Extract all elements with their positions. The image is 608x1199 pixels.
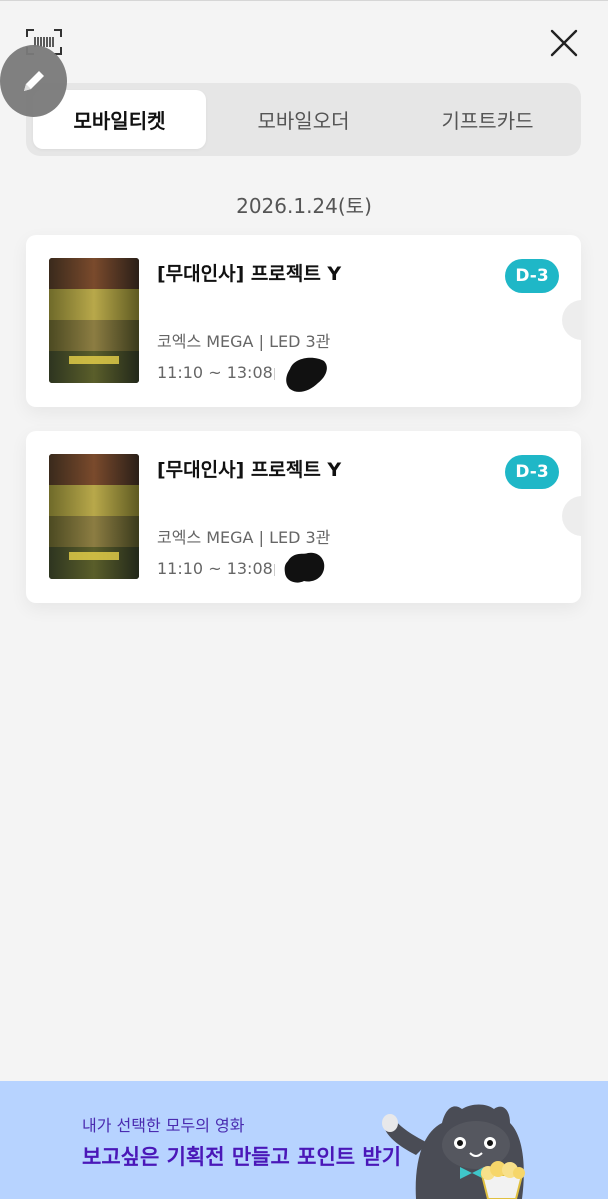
- movie-poster: [49, 258, 139, 383]
- close-icon[interactable]: [544, 24, 584, 62]
- theater-info: 코엑스 MEGA | LED 3관: [157, 332, 331, 351]
- cat-mascot-icon: [382, 1104, 525, 1199]
- divider: [274, 368, 275, 380]
- ticket-notch: [562, 496, 581, 536]
- dday-badge: D-3: [505, 259, 559, 293]
- banner-subtitle: 내가 선택한 모두의 영화: [82, 1116, 245, 1135]
- redacted-mark: [284, 552, 325, 583]
- tab-mobile-order[interactable]: 모바일오더: [217, 90, 390, 149]
- promo-banner[interactable]: 내가 선택한 모두의 영화 보고싶은 기획전 만들고 포인트 받기: [0, 1081, 608, 1199]
- ticket-tabs: 모바일티켓 모바일오더 기프트카드: [26, 83, 581, 156]
- movie-title: [무대인사] 프로젝트 Y: [157, 459, 342, 481]
- divider: [274, 564, 275, 576]
- top-divider: [0, 0, 608, 1]
- theater-info: 코엑스 MEGA | LED 3관: [157, 528, 331, 547]
- showtime: 11:10 ~ 13:08: [157, 559, 273, 578]
- ticket-date: 2026.1.24(토): [236, 194, 372, 218]
- tab-gift-card[interactable]: 기프트카드: [401, 90, 574, 149]
- ticket-notch: [562, 300, 581, 340]
- ticket-card[interactable]: [무대인사] 프로젝트 Y D-3 코엑스 MEGA | LED 3관 11:1…: [26, 431, 581, 603]
- ticket-card[interactable]: [무대인사] 프로젝트 Y D-3 코엑스 MEGA | LED 3관 11:1…: [26, 235, 581, 407]
- showtime: 11:10 ~ 13:08: [157, 363, 273, 382]
- movie-title: [무대인사] 프로젝트 Y: [157, 263, 342, 285]
- movie-poster: [49, 454, 139, 579]
- banner-title: 보고싶은 기획전 만들고 포인트 받기: [82, 1145, 402, 1169]
- pencil-icon[interactable]: [0, 45, 67, 117]
- dday-badge: D-3: [505, 455, 559, 489]
- redacted-mark: [286, 357, 327, 392]
